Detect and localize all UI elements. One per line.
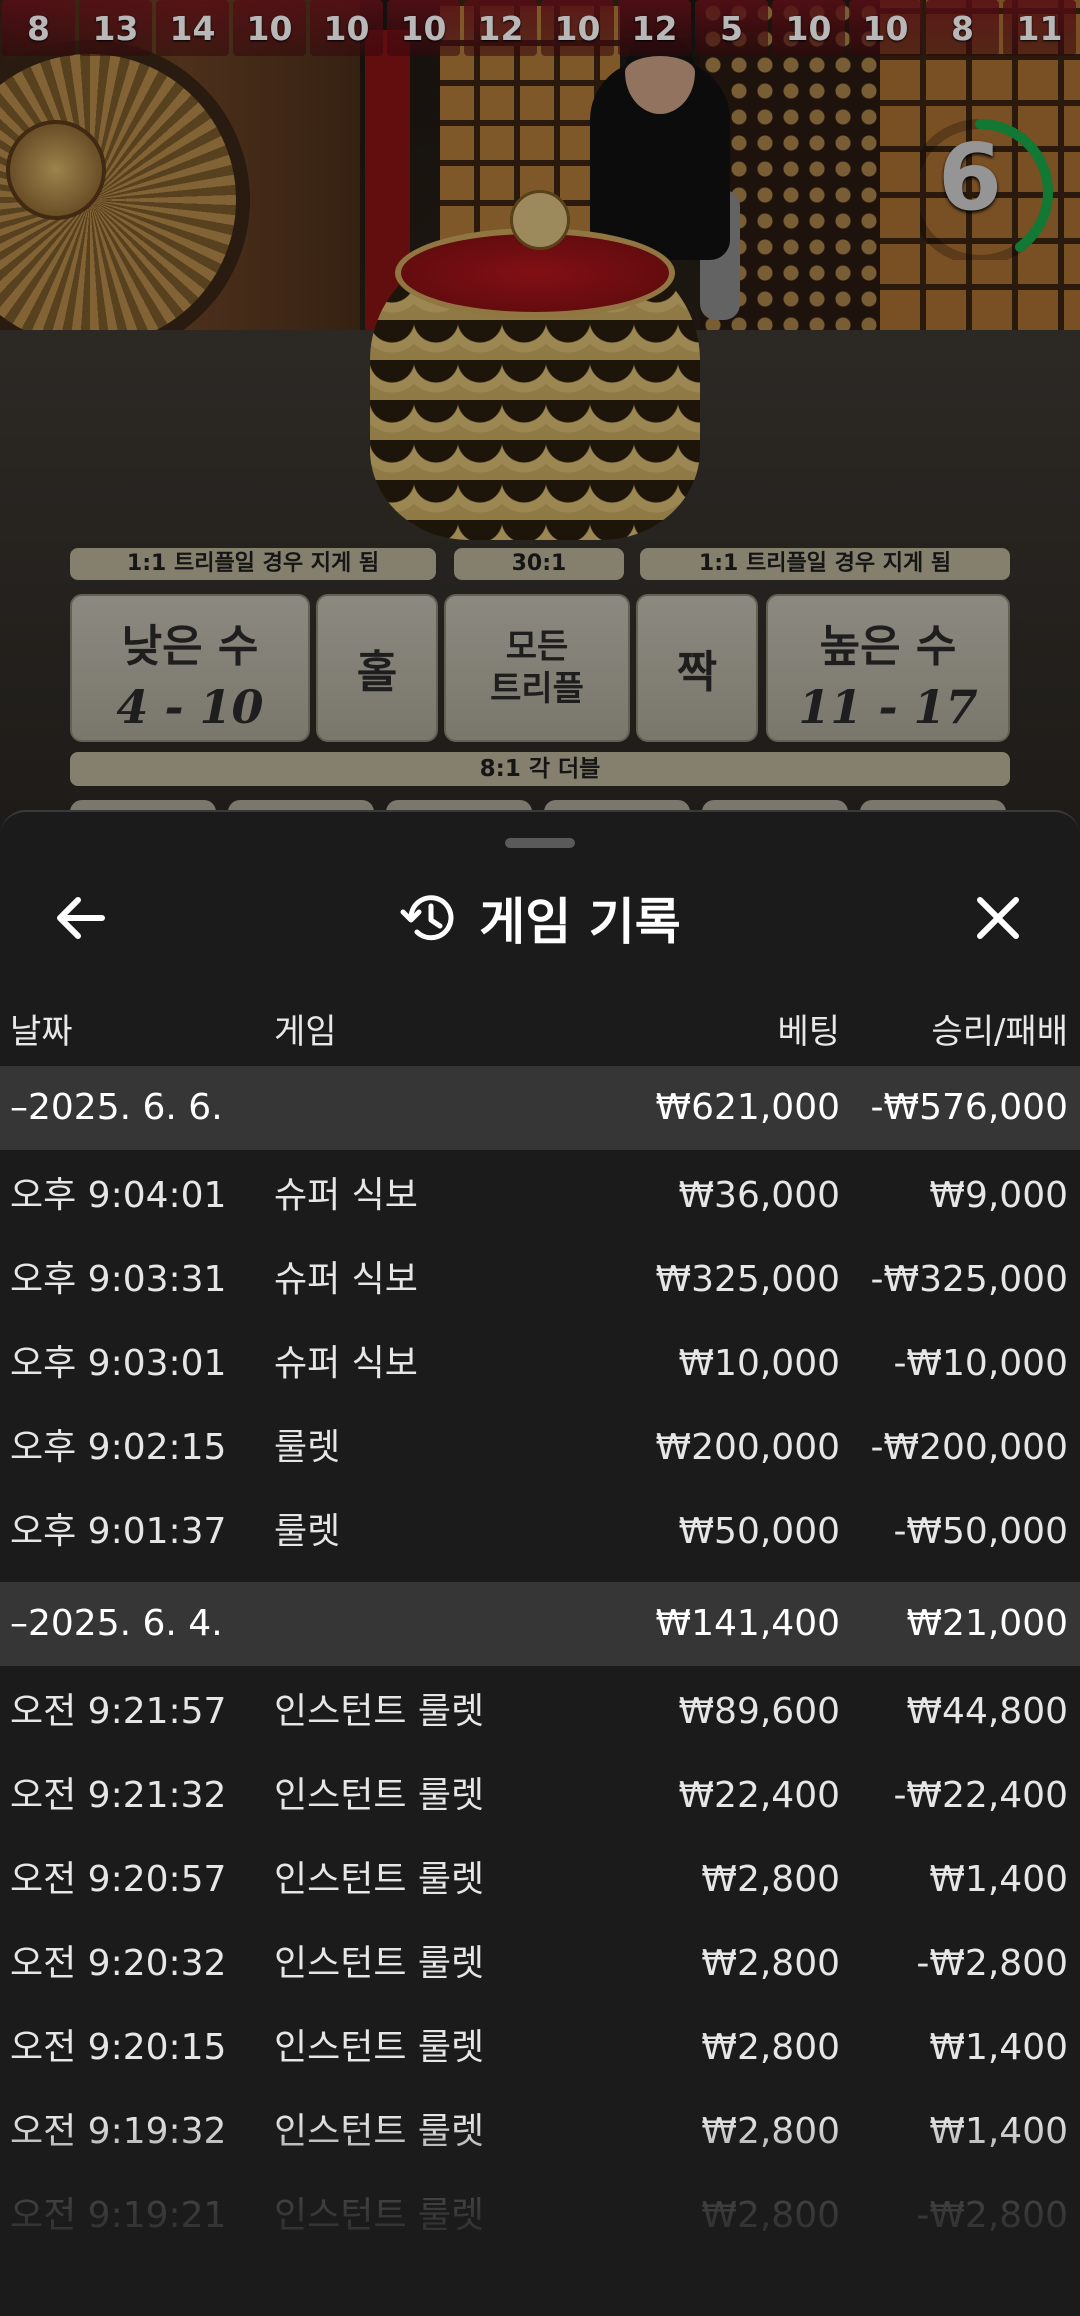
game-history-sheet: 게임 기록 날짜 게임 베팅 승리/패배 –2025. 6. 6. ₩621,00…	[0, 810, 1080, 2316]
row-result: ₩1,400	[929, 2027, 1068, 2068]
column-date: 날짜	[10, 1012, 73, 1052]
column-result: 승리/패배	[931, 1012, 1068, 1052]
row-bet: ₩22,400	[678, 1775, 840, 1816]
row-time: 오후 9:02:15	[10, 1427, 227, 1468]
row-game: 룰렛	[274, 1427, 341, 1468]
row-time: 오전 9:21:57	[10, 1691, 227, 1732]
history-row[interactable]: 오전 9:19:21 인스턴트 룰렛 ₩2,800 -₩2,800	[0, 2174, 1080, 2258]
row-result: ₩1,400	[929, 1859, 1068, 1900]
row-game: 인스턴트 룰렛	[274, 1943, 485, 1984]
row-result: ₩44,800	[906, 1691, 1068, 1732]
history-rows: 오전 9:21:57 인스턴트 룰렛 ₩89,600 ₩44,800 오전 9:21:3…	[0, 1666, 1080, 2266]
row-game: 인스턴트 룰렛	[274, 1691, 485, 1732]
date-group-header[interactable]: –2025. 6. 6. ₩621,000 -₩576,000	[0, 1066, 1080, 1150]
row-game: 인스턴트 룰렛	[274, 2111, 485, 2152]
row-bet: ₩36,000	[678, 1175, 840, 1216]
history-row[interactable]: 오전 9:20:57 인스턴트 룰렛 ₩2,800 ₩1,400	[0, 1838, 1080, 1922]
row-result: -₩2,800	[916, 1943, 1068, 1984]
live-video-stage: 8 13 14 10 10 10 12 10 12 5 10 10 8 11 6 1:1 트리플일 경우 …	[0, 0, 1080, 820]
history-row[interactable]: 오후 9:03:01 슈퍼 식보 ₩10,000 -₩10,000	[0, 1322, 1080, 1406]
row-game: 인스턴트 룰렛	[274, 1775, 485, 1816]
row-bet: ₩2,800	[701, 2195, 840, 2236]
sheet-header: 게임 기록	[0, 868, 1080, 968]
row-result: ₩9,000	[929, 1175, 1068, 1216]
group-total-result: ₩21,000	[906, 1603, 1068, 1644]
date-group-header[interactable]: –2025. 6. 4. ₩141,400 ₩21,000	[0, 1582, 1080, 1666]
history-row[interactable]: 오전 9:20:32 인스턴트 룰렛 ₩2,800 -₩2,800	[0, 1922, 1080, 2006]
group-total-bet: ₩141,400	[655, 1603, 840, 1644]
row-time: 오전 9:19:32	[10, 2111, 227, 2152]
history-list[interactable]: –2025. 6. 6. ₩621,000 -₩576,000 오후 9:04:01 슈…	[0, 1066, 1080, 2266]
row-result: -₩22,400	[893, 1775, 1068, 1816]
row-time: 오후 9:03:01	[10, 1343, 227, 1384]
row-bet: ₩89,600	[678, 1691, 840, 1732]
row-bet: ₩200,000	[655, 1427, 840, 1468]
row-time: 오후 9:01:37	[10, 1511, 227, 1552]
row-bet: ₩2,800	[701, 2027, 840, 2068]
history-row[interactable]: 오후 9:01:37 룰렛 ₩50,000 -₩50,000	[0, 1490, 1080, 1574]
row-result: -₩10,000	[893, 1343, 1068, 1384]
row-bet: ₩2,800	[701, 1943, 840, 1984]
row-bet: ₩325,000	[655, 1259, 840, 1300]
row-bet: ₩50,000	[678, 1511, 840, 1552]
history-row[interactable]: 오전 9:21:32 인스턴트 룰렛 ₩22,400 -₩22,400	[0, 1754, 1080, 1838]
group-total-result: -₩576,000	[870, 1087, 1068, 1128]
close-button[interactable]	[962, 882, 1034, 954]
row-time: 오전 9:19:21	[10, 2195, 227, 2236]
row-time: 오후 9:03:31	[10, 1259, 227, 1300]
row-game: 슈퍼 식보	[274, 1343, 418, 1384]
modal-backdrop[interactable]	[0, 0, 1080, 820]
group-date: –2025. 6. 4.	[10, 1603, 223, 1644]
sheet-drag-handle[interactable]	[505, 838, 575, 848]
row-result: -₩325,000	[870, 1259, 1068, 1300]
column-bet: 베팅	[777, 1012, 840, 1052]
history-row[interactable]: 오전 9:20:15 인스턴트 룰렛 ₩2,800 ₩1,400	[0, 2006, 1080, 2090]
group-total-bet: ₩621,000	[655, 1087, 840, 1128]
row-game: 슈퍼 식보	[274, 1259, 418, 1300]
row-result: ₩1,400	[929, 2111, 1068, 2152]
row-time: 오전 9:20:15	[10, 2027, 227, 2068]
back-button[interactable]	[44, 882, 116, 954]
column-game: 게임	[274, 1012, 337, 1052]
history-row[interactable]: 오후 9:03:31 슈퍼 식보 ₩325,000 -₩325,000	[0, 1238, 1080, 1322]
row-game: 인스턴트 룰렛	[274, 1859, 485, 1900]
row-time: 오전 9:20:57	[10, 1859, 227, 1900]
row-result: -₩200,000	[870, 1427, 1068, 1468]
row-bet: ₩2,800	[701, 1859, 840, 1900]
row-result: -₩2,800	[916, 2195, 1068, 2236]
history-row[interactable]: 오후 9:02:15 룰렛 ₩200,000 -₩200,000	[0, 1406, 1080, 1490]
history-icon	[400, 895, 454, 941]
history-rows: 오후 9:04:01 슈퍼 식보 ₩36,000 ₩9,000 오후 9:03:31 슈퍼…	[0, 1150, 1080, 1582]
row-game: 인스턴트 룰렛	[274, 2195, 485, 2236]
sheet-title: 게임 기록	[479, 893, 681, 951]
row-game: 슈퍼 식보	[274, 1175, 418, 1216]
sheet-title-group: 게임 기록	[0, 868, 1080, 968]
row-bet: ₩2,800	[701, 2111, 840, 2152]
row-game: 인스턴트 룰렛	[274, 2027, 485, 2068]
column-headers: 날짜 게임 베팅 승리/패배	[0, 996, 1080, 1056]
row-result: -₩50,000	[893, 1511, 1068, 1552]
row-time: 오전 9:20:32	[10, 1943, 227, 1984]
row-time: 오후 9:04:01	[10, 1175, 227, 1216]
row-bet: ₩10,000	[678, 1343, 840, 1384]
close-icon	[977, 897, 1019, 939]
history-row[interactable]: 오전 9:21:57 인스턴트 룰렛 ₩89,600 ₩44,800	[0, 1670, 1080, 1754]
group-date: –2025. 6. 6.	[10, 1087, 223, 1128]
history-row[interactable]: 오전 9:19:32 인스턴트 룰렛 ₩2,800 ₩1,400	[0, 2090, 1080, 2174]
history-row[interactable]: 오후 9:04:01 슈퍼 식보 ₩36,000 ₩9,000	[0, 1154, 1080, 1238]
arrow-left-icon	[57, 897, 105, 939]
row-game: 룰렛	[274, 1511, 341, 1552]
row-time: 오전 9:21:32	[10, 1775, 227, 1816]
